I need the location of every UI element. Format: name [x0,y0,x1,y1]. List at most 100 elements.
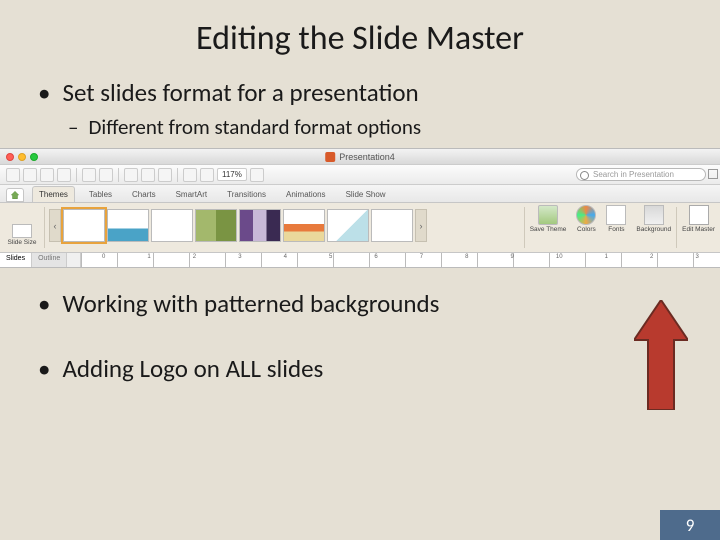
separator [177,168,178,182]
tab-tables[interactable]: Tables [83,187,118,202]
powerpoint-window: Presentation4 117% Search in Presentatio… [0,148,720,268]
ribbon: Slide Size ‹ › [0,203,720,253]
undo-button[interactable] [82,168,96,182]
edit-master-icon [689,205,709,225]
theme-thumb-5[interactable] [239,209,281,242]
bullet-1-text: Set slides format for a presentation [62,77,418,108]
theme-thumb-4[interactable] [195,209,237,242]
side-tabs: Slides Outline [0,253,80,268]
scroll-left-icon[interactable]: ‹ [49,209,61,242]
ruler-numbers: 0 1 2 3 4 5 6 7 8 9 10 1 2 3 [81,254,720,260]
fonts-icon [606,205,626,225]
titlebar: Presentation4 [0,149,720,165]
side-tab-slides[interactable]: Slides [0,253,32,268]
fonts-label: Fonts [608,226,624,233]
ruler-tick: 2 [650,254,653,260]
theme-thumb-6[interactable] [283,209,325,242]
ruler-tick: 9 [511,254,514,260]
ruler-tick: 6 [374,254,377,260]
theme-thumb-8[interactable] [371,209,413,242]
save-button[interactable] [40,168,54,182]
ruler-tick: 4 [284,254,287,260]
ruler-tick: 5 [329,254,332,260]
ruler-tick: 3 [238,254,241,260]
bullet-1-sub-1: Different from standard format options [68,114,690,140]
callout-arrow [634,300,688,410]
save-theme-icon [538,205,558,225]
theme-thumb-2[interactable] [107,209,149,242]
help-button[interactable] [250,168,264,182]
bullet-1-sub-1-text: Different from standard format options [88,114,421,140]
search-input[interactable]: Search in Presentation [576,168,706,181]
edit-master-button[interactable]: Edit Master [677,203,720,252]
tab-charts[interactable]: Charts [126,187,162,202]
ruler-tick: 2 [193,254,196,260]
format-painter-button[interactable] [124,168,138,182]
slide-content: Set slides format for a presentation Dif… [0,77,720,384]
tab-slideshow[interactable]: Slide Show [340,187,392,202]
save-theme-label: Save Theme [530,226,567,233]
zoom-field[interactable]: 117% [217,168,247,181]
background-button[interactable]: Background [631,203,676,252]
theme-thumb-7[interactable] [327,209,369,242]
fullscreen-icon[interactable] [708,169,718,179]
ruler-tick: 1 [605,254,608,260]
tab-animations[interactable]: Animations [280,187,332,202]
paragraph-button[interactable] [141,168,155,182]
ruler-tick: 3 [695,254,698,260]
tab-smartart[interactable]: SmartArt [170,187,214,202]
edit-master-label: Edit Master [682,226,715,233]
bullet-2-text: Working with patterned backgrounds [62,288,439,319]
theme-thumb-1[interactable] [63,209,105,242]
lower-pane: Slides Outline 0 1 2 3 4 5 6 7 8 9 10 1 [0,253,720,268]
bullet-3: Adding Logo on ALL slides [40,353,690,384]
open-button[interactable] [23,168,37,182]
minimize-icon[interactable] [18,153,26,161]
themes-group: ‹ › [45,203,524,252]
ribbon-tabs: Themes Tables Charts SmartArt Transition… [0,185,720,203]
tab-themes[interactable]: Themes [32,186,75,202]
theme-thumb-3[interactable] [151,209,193,242]
fonts-button[interactable]: Fonts [601,203,631,252]
page-setup-group: Slide Size [4,224,40,246]
window-controls [6,153,38,161]
colors-label: Colors [577,226,596,233]
right-ribbon-groups: Save Theme Colors Fonts Background [525,203,720,252]
side-tab-outline[interactable]: Outline [32,253,67,268]
tab-home-icon[interactable] [6,188,24,202]
ruler-tick: 0 [102,254,105,260]
separator [76,168,77,182]
scroll-right-icon[interactable]: › [415,209,427,242]
tab-transitions[interactable]: Transitions [221,187,272,202]
background-icon [644,205,664,225]
document-title-text: Presentation4 [339,152,395,162]
separator [118,168,119,182]
slide-size-label: Slide Size [8,239,37,246]
maximize-icon[interactable] [30,153,38,161]
background-label: Background [636,226,671,233]
bullet-1: Set slides format for a presentation [40,77,690,108]
bullet-2: Working with patterned backgrounds [40,288,690,319]
slide-size-button[interactable] [12,224,32,238]
slideshow-button[interactable] [158,168,172,182]
document-title: Presentation4 [325,152,395,162]
new-button[interactable] [6,168,20,182]
print-button[interactable] [57,168,71,182]
show-button[interactable] [200,168,214,182]
ruler-tick: 10 [556,254,563,260]
themes-gallery: ‹ › [49,209,427,242]
ruler: 0 1 2 3 4 5 6 7 8 9 10 1 2 3 [80,253,720,268]
bullet-3-text: Adding Logo on ALL slides [62,353,323,384]
close-icon[interactable] [6,153,14,161]
save-theme-button[interactable]: Save Theme [525,203,572,252]
redo-button[interactable] [99,168,113,182]
colors-button[interactable]: Colors [571,203,601,252]
ruler-tick: 7 [420,254,423,260]
quick-access-toolbar: 117% Search in Presentation [0,165,720,185]
grid-button[interactable] [183,168,197,182]
slide-title: Editing the Slide Master [0,0,720,77]
powerpoint-app-icon [325,152,335,162]
ruler-tick: 1 [147,254,150,260]
ruler-tick: 8 [465,254,468,260]
colors-icon [576,205,596,225]
